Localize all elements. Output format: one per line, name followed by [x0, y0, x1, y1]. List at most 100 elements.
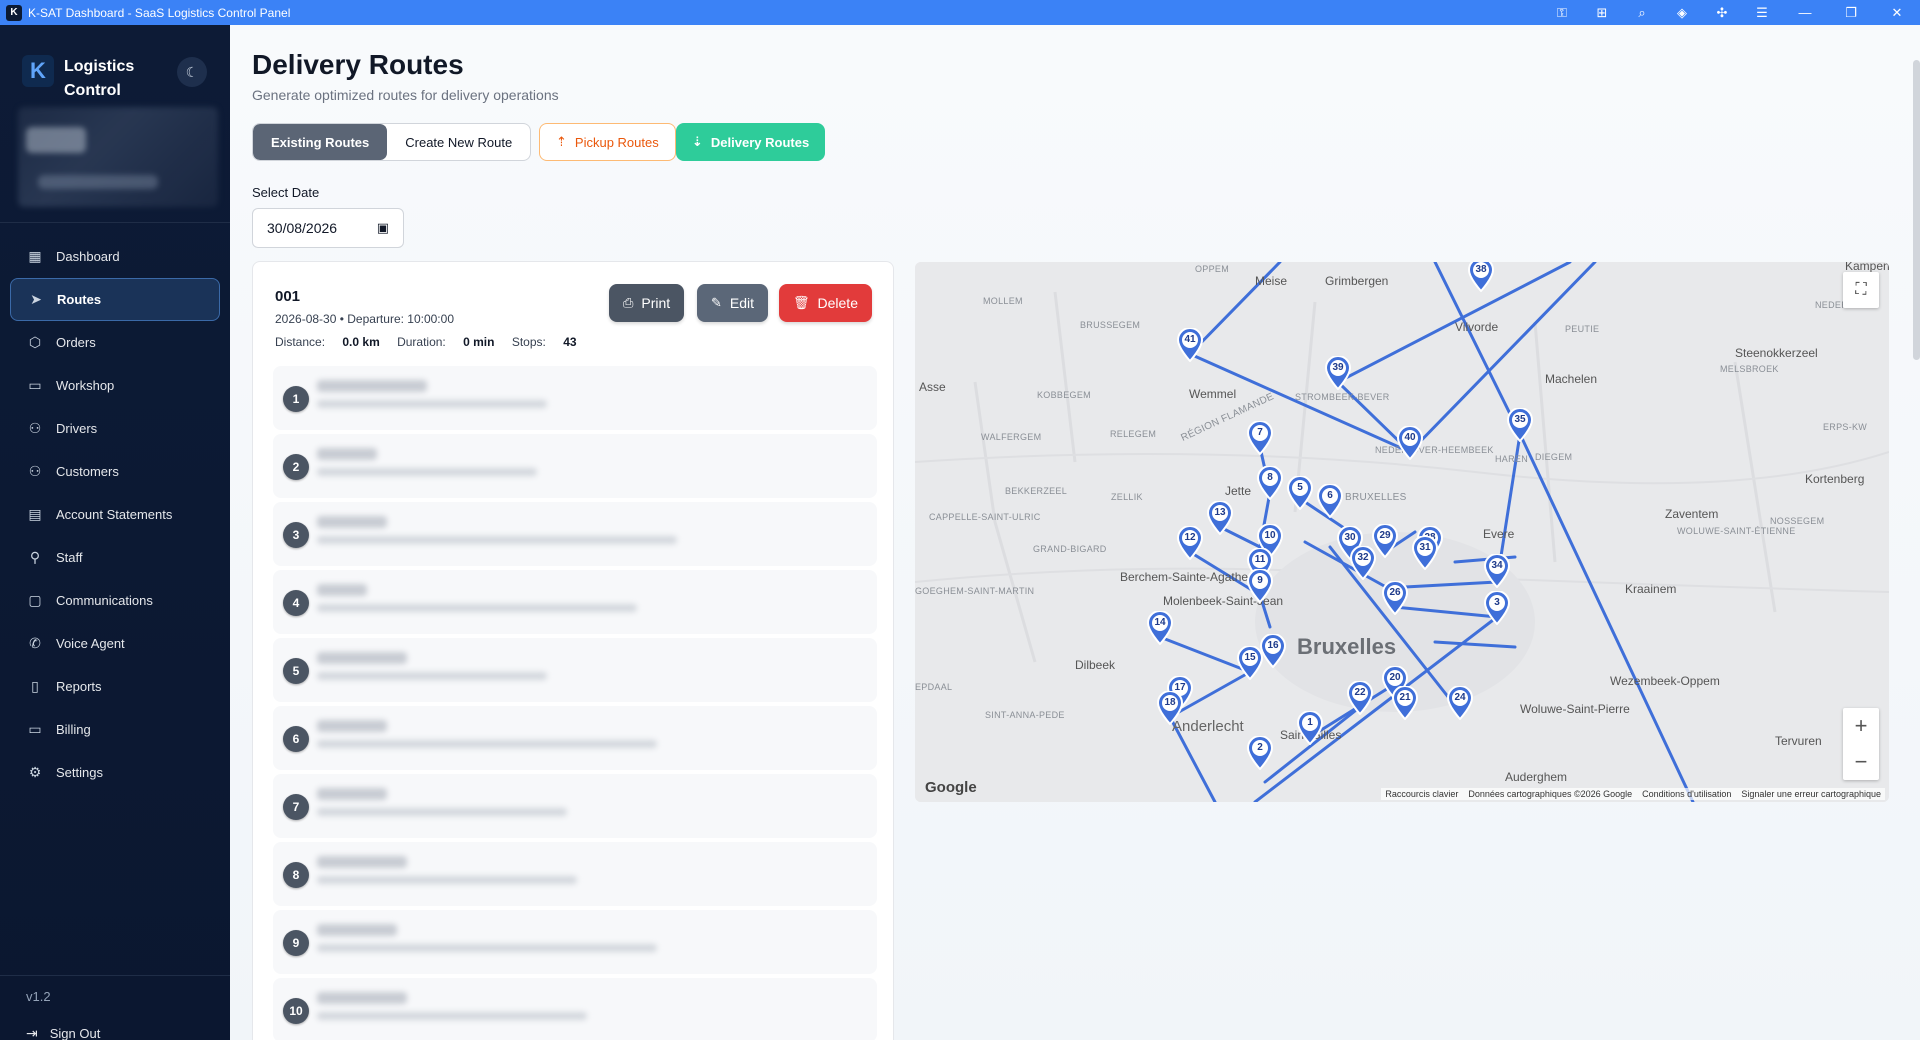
map-marker[interactable]: 3: [1483, 591, 1511, 625]
puzzle-icon[interactable]: ✣: [1702, 0, 1742, 25]
sidebar-item-settings[interactable]: ⚙ Settings: [10, 751, 220, 794]
map-marker[interactable]: 6: [1316, 484, 1344, 518]
map-label: Auderghem: [1505, 770, 1568, 784]
map-marker[interactable]: 39: [1324, 356, 1352, 390]
list-item[interactable]: 6: [273, 706, 877, 770]
log-out-icon: ⇥: [26, 1025, 38, 1040]
list-item[interactable]: 4: [273, 570, 877, 634]
map-marker[interactable]: 14: [1146, 611, 1174, 645]
list-item[interactable]: 3: [273, 502, 877, 566]
close-button[interactable]: ✕: [1874, 0, 1920, 25]
fullscreen-icon[interactable]: ⛶: [1843, 272, 1879, 308]
map-marker[interactable]: 7: [1246, 421, 1274, 455]
route-map[interactable]: OPPEM Meise Grimbergen Vilvorde PEUTIE N…: [915, 262, 1889, 802]
tab-existing-routes[interactable]: Existing Routes: [253, 124, 388, 160]
list-item[interactable]: 2: [273, 434, 877, 498]
sidebar-item-reports[interactable]: ▯ Reports: [10, 665, 220, 708]
zoom-in-button[interactable]: +: [1843, 708, 1879, 744]
sidebar-item-billing[interactable]: ▭ Billing: [10, 708, 220, 751]
list-item[interactable]: 1: [273, 366, 877, 430]
grid-icon: ▦: [28, 248, 42, 264]
map-label: MOLLEM: [983, 296, 1023, 306]
sidebar-item-communications[interactable]: ▢ Communications: [10, 579, 220, 622]
map-label: BRUXELLES: [1345, 492, 1407, 503]
sidebar-item-staff[interactable]: ⚲ Staff: [10, 536, 220, 579]
map-marker[interactable]: 18: [1156, 691, 1184, 725]
sidebar-item-label: Dashboard: [56, 249, 120, 264]
list-item[interactable]: 7: [273, 774, 877, 838]
map-marker[interactable]: 12: [1176, 526, 1204, 560]
map-marker[interactable]: 35: [1506, 408, 1534, 442]
map-marker[interactable]: 5: [1286, 476, 1314, 510]
duration-value: 0 min: [463, 335, 495, 349]
sidebar-item-dashboard[interactable]: ▦ Dashboard: [10, 235, 220, 278]
file-text-icon: ▤: [28, 506, 42, 522]
sidebar-item-routes[interactable]: ➤ Routes: [10, 278, 220, 321]
print-button[interactable]: ⎙ Print: [609, 284, 685, 322]
sign-out-button[interactable]: ⇥ Sign Out: [26, 1025, 100, 1040]
map-label: MELSBROEK: [1720, 364, 1779, 374]
theme-toggle-moon-icon[interactable]: ☾: [177, 57, 207, 87]
map-label: CAPPELLE-SAINT-ULRIC: [929, 512, 1041, 522]
map-footer-link[interactable]: Raccourcis clavier: [1385, 789, 1458, 799]
list-item[interactable]: 5: [273, 638, 877, 702]
sidebar-item-drivers[interactable]: ⚇ Drivers: [10, 407, 220, 450]
sidebar-item-customers[interactable]: ⚇ Customers: [10, 450, 220, 493]
map-label: Berchem-Sainte-Agathe: [1120, 570, 1249, 584]
zoom-out-button[interactable]: −: [1843, 744, 1879, 780]
map-footer-link[interactable]: Conditions d'utilisation: [1642, 789, 1731, 799]
minimize-button[interactable]: —: [1782, 0, 1828, 25]
menu-icon[interactable]: ☰: [1742, 0, 1782, 25]
sidebar-item-workshop[interactable]: ▭ Workshop: [10, 364, 220, 407]
map-marker[interactable]: 8: [1256, 466, 1284, 500]
tab-create-new-route[interactable]: Create New Route: [387, 124, 530, 160]
sidebar-item-account-statements[interactable]: ▤ Account Statements: [10, 493, 220, 536]
edit-button[interactable]: ✎ Edit: [697, 284, 769, 322]
map-marker[interactable]: 13: [1206, 501, 1234, 535]
sidebar-item-voice-agent[interactable]: ✆ Voice Agent: [10, 622, 220, 665]
sidebar-item-orders[interactable]: ⬡ Orders: [10, 321, 220, 364]
map-label: HAREN: [1495, 454, 1529, 464]
delivery-routes-label: Delivery Routes: [710, 134, 810, 150]
page-scrollbar[interactable]: [1913, 60, 1920, 360]
list-item[interactable]: 9: [273, 910, 877, 974]
map-marker[interactable]: 1: [1296, 711, 1324, 745]
restore-button[interactable]: ❐: [1828, 0, 1874, 25]
map-label: SINT-ANNA-PEDE: [985, 710, 1065, 720]
map-marker[interactable]: 9: [1246, 569, 1274, 603]
edit-label: Edit: [729, 295, 755, 311]
user-profile-blurred: [18, 107, 218, 207]
map-marker[interactable]: 40: [1396, 426, 1424, 460]
map-marker[interactable]: 24: [1446, 686, 1474, 720]
shield-extension-icon[interactable]: ◈: [1662, 0, 1702, 25]
map-marker[interactable]: 26: [1381, 581, 1409, 615]
map-marker[interactable]: 21: [1391, 686, 1419, 720]
map-marker[interactable]: 31: [1411, 536, 1439, 570]
delete-button[interactable]: 🗑 Delete: [779, 284, 872, 322]
list-item[interactable]: 8: [273, 842, 877, 906]
map-label: RELEGEM: [1110, 429, 1157, 439]
list-item[interactable]: 10: [273, 978, 877, 1040]
map-label: WOLUWE-SAINT-ÉTIENNE: [1677, 526, 1796, 536]
map-marker[interactable]: 22: [1346, 681, 1374, 715]
map-marker[interactable]: 41: [1176, 328, 1204, 362]
delivery-routes-button[interactable]: ⇣ Delivery Routes: [676, 123, 826, 161]
translate-icon[interactable]: ⊞: [1582, 0, 1622, 25]
gear-icon: ⚙: [28, 764, 42, 780]
map-marker[interactable]: 2: [1246, 736, 1274, 770]
map-marker[interactable]: 34: [1483, 554, 1511, 588]
date-input[interactable]: 30/08/2026 ▣: [252, 208, 404, 248]
calendar-icon[interactable]: ▣: [377, 220, 389, 236]
map-marker[interactable]: 38: [1467, 262, 1495, 292]
printer-icon: ⎙: [623, 295, 634, 310]
pickup-routes-button[interactable]: ⇡ Pickup Routes: [539, 123, 676, 161]
map-label: BEKKERZEEL: [1005, 486, 1068, 496]
map-footer-link[interactable]: Signaler une erreur cartographique: [1741, 789, 1881, 799]
key-icon[interactable]: ⚿: [1542, 0, 1582, 25]
stop-number: 5: [283, 658, 309, 684]
map-marker[interactable]: 16: [1259, 634, 1287, 668]
zoom-icon[interactable]: ⌕: [1622, 0, 1662, 25]
map-marker[interactable]: 32: [1349, 546, 1377, 580]
sidebar-item-label: Communications: [56, 593, 153, 608]
map-label: Asse: [919, 380, 946, 394]
